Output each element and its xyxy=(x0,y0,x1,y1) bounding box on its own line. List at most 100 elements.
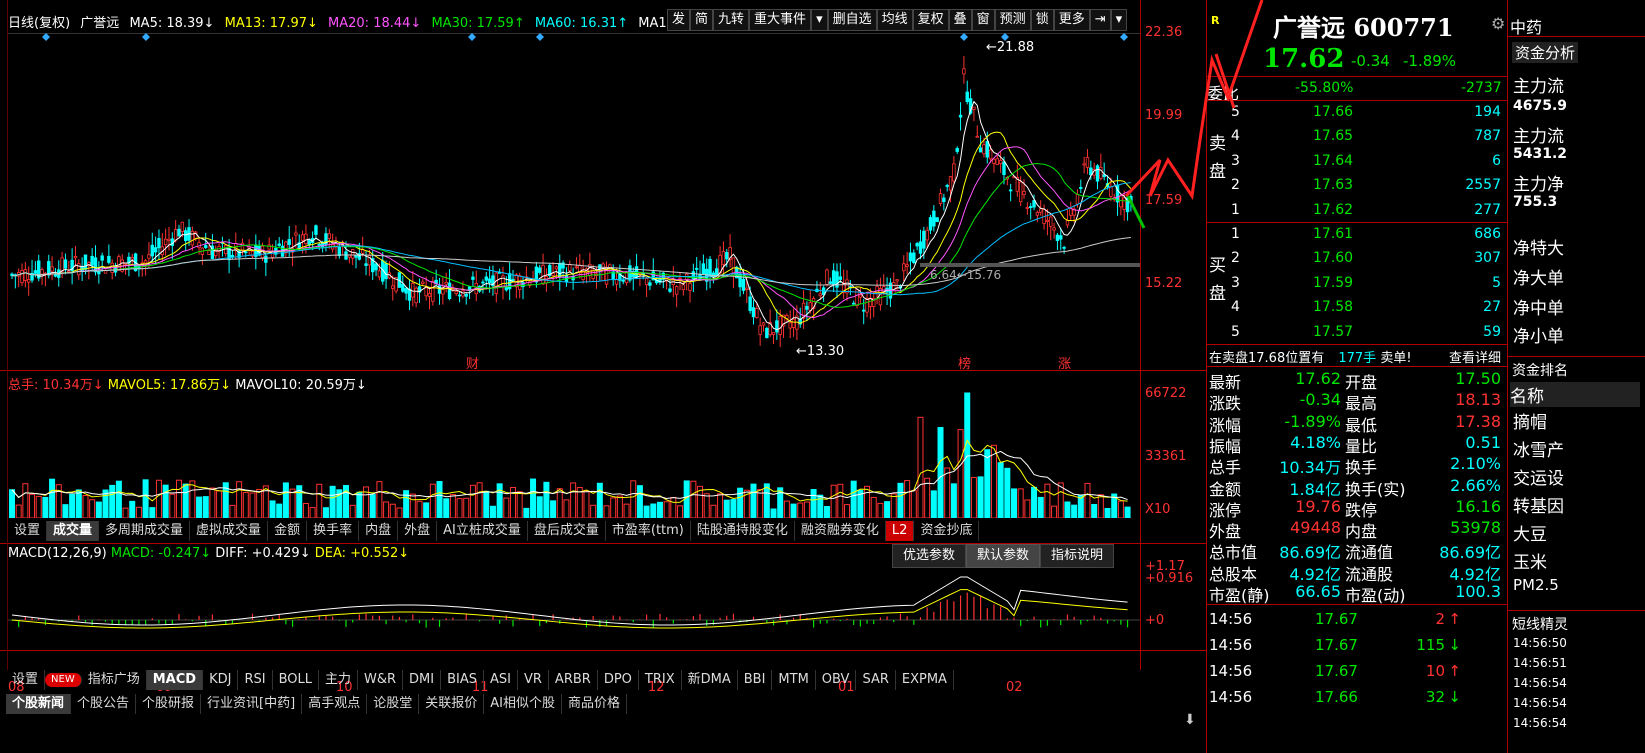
rank-item[interactable]: 大豆 xyxy=(1513,520,1547,545)
gear-icon[interactable]: ⚙ xyxy=(1491,14,1505,33)
indicator-tab-6[interactable]: BOLL xyxy=(273,670,319,690)
sell-level: 2 xyxy=(1231,177,1240,194)
weibi-value: -55.80% xyxy=(1295,80,1354,96)
vol-tab-14[interactable]: 资金抄底 xyxy=(914,521,980,541)
diff-value: DIFF: +0.429↓ xyxy=(215,546,311,561)
news-tab-1[interactable]: 个股公告 xyxy=(71,694,137,714)
vol-tab-9[interactable]: 盘后成交量 xyxy=(528,521,606,541)
vol-tab-7[interactable]: 外盘 xyxy=(398,521,438,541)
indicator-tab-18[interactable]: MTM xyxy=(772,670,816,690)
download-icon[interactable]: ⬇ xyxy=(1184,712,1196,728)
indicator-tab-3[interactable]: MACD xyxy=(146,670,204,690)
price-change: -0.34 xyxy=(1351,52,1390,70)
event-financial[interactable]: 财 xyxy=(466,353,479,372)
indicator-tab-8[interactable]: W&R xyxy=(358,670,404,690)
indicator-tab-12[interactable]: VR xyxy=(518,670,549,690)
macd-chart[interactable] xyxy=(0,560,1140,650)
vol-tab-6[interactable]: 内盘 xyxy=(359,521,399,541)
buy-row[interactable]: 3 17.59 5 xyxy=(1207,275,1505,299)
vol-tab-8[interactable]: AI立桩成交量 xyxy=(437,521,528,541)
tick-price: 17.66 xyxy=(1315,688,1358,706)
vol-tab-0[interactable]: 设置 xyxy=(8,521,48,541)
short-time: 14:56:54 xyxy=(1513,696,1567,710)
news-tab-6[interactable]: 关联报价 xyxy=(419,694,485,714)
sell-price: 17.66 xyxy=(1313,104,1354,120)
price-axis-1: 22.36 xyxy=(1145,25,1183,40)
macd-value: MACD: -0.247↓ xyxy=(110,546,212,561)
rank-item[interactable]: PM2.5 xyxy=(1513,576,1559,594)
news-tab-8[interactable]: 商品价格 xyxy=(562,694,627,714)
indicator-tab-10[interactable]: BIAS xyxy=(441,670,484,690)
indicator-tab-9[interactable]: DMI xyxy=(403,670,442,690)
vol-tab-10[interactable]: 市盈率(ttm) xyxy=(606,521,691,541)
news-tab-4[interactable]: 高手观点 xyxy=(302,694,368,714)
indicator-tab-7[interactable]: 主力 xyxy=(319,670,358,690)
vol-tab-4[interactable]: 金额 xyxy=(268,521,308,541)
indicator-tab-15[interactable]: TRIX xyxy=(639,670,682,690)
news-tab-7[interactable]: AI相似个股 xyxy=(484,694,562,714)
sell-row[interactable]: 4 17.65 787 xyxy=(1207,128,1505,152)
macd-legend: MACD(12,26,9) MACD: -0.247↓ DIFF: +0.429… xyxy=(8,546,409,561)
candlestick-chart[interactable] xyxy=(0,0,1140,370)
chart-area[interactable]: 日线(复权) 广誉远 MA5: 18.39↓ MA13: 17.97↓ MA20… xyxy=(0,0,1206,753)
sell-row[interactable]: 3 17.64 6 xyxy=(1207,153,1505,177)
event-rank[interactable]: 榜 xyxy=(958,353,971,372)
indicator-tab-17[interactable]: BBI xyxy=(738,670,773,690)
buy-row[interactable]: 4 17.58 27 xyxy=(1207,299,1505,323)
indicator-tab-1[interactable]: NEW xyxy=(45,673,82,687)
indicator-tab-14[interactable]: DPO xyxy=(598,670,639,690)
rank-item[interactable]: 交运设 xyxy=(1513,464,1564,489)
sell-row[interactable]: 2 17.63 2557 xyxy=(1207,177,1505,201)
notice-volume: 177手 xyxy=(1338,351,1377,366)
quote-value: 66.65 xyxy=(1295,582,1341,601)
vol-tab-1[interactable]: 成交量 xyxy=(47,521,100,541)
vol-tab-2[interactable]: 多周期成交量 xyxy=(99,521,191,541)
view-detail-link[interactable]: 查看详细 xyxy=(1449,347,1501,366)
indicator-tab-4[interactable]: KDJ xyxy=(203,670,239,690)
event-limit-up[interactable]: 涨 xyxy=(1058,353,1071,372)
news-tab-2[interactable]: 个股研报 xyxy=(136,694,202,714)
sell-volume: 787 xyxy=(1474,128,1501,145)
buy-level: 2 xyxy=(1231,250,1240,267)
indicator-tab-2[interactable]: 指标广场 xyxy=(82,670,147,690)
indicator-tab-0[interactable]: 设置 xyxy=(6,670,46,690)
indicator-tab-5[interactable]: RSI xyxy=(238,670,273,690)
buy-volume: 686 xyxy=(1474,226,1501,242)
indicator-tab-13[interactable]: ARBR xyxy=(549,670,598,690)
rank-item[interactable]: 玉米 xyxy=(1513,548,1547,573)
rank-item[interactable]: 摘帽 xyxy=(1513,408,1547,433)
sell-row[interactable]: 5 17.66 194 xyxy=(1207,104,1505,128)
news-tab-0[interactable]: 个股新闻 xyxy=(6,694,72,714)
rank-item[interactable]: 冰雪产 xyxy=(1513,436,1564,461)
tick-volume: 10 xyxy=(1425,662,1445,680)
fund-item: 净特大 xyxy=(1513,239,1564,259)
indicator-tab-21[interactable]: EXPMA xyxy=(896,670,954,690)
news-tab-5[interactable]: 论股堂 xyxy=(367,694,420,714)
tick-price: 17.67 xyxy=(1315,662,1358,680)
vol-tab-5[interactable]: 换手率 xyxy=(307,521,360,541)
fund-item: 755.3 xyxy=(1513,194,1558,210)
news-tab-3[interactable]: 行业资讯[中药] xyxy=(201,694,303,714)
notice-type: 卖单! xyxy=(1380,351,1412,366)
buy-row[interactable]: 1 17.61 686 xyxy=(1207,226,1505,250)
weicha-value: -2737 xyxy=(1461,80,1502,96)
vol-tab-12[interactable]: 融资融券变化 xyxy=(795,521,886,541)
fund-item: 净大单 xyxy=(1513,269,1564,289)
quote-value: 19.76 xyxy=(1295,496,1341,516)
vol-tab-11[interactable]: 陆股通持股变化 xyxy=(691,521,795,541)
indicator-tab-16[interactable]: 新DMA xyxy=(682,670,738,690)
short-time: 14:56:54 xyxy=(1513,716,1567,730)
vol-tab-13[interactable]: L2 xyxy=(885,521,915,541)
indicator-tab-19[interactable]: OBV xyxy=(816,670,857,690)
buy-row[interactable]: 2 17.60 307 xyxy=(1207,250,1505,274)
indicator-tab-20[interactable]: SAR xyxy=(856,670,896,690)
vol-tab-3[interactable]: 虚拟成交量 xyxy=(190,521,269,541)
rank-item[interactable]: 转基因 xyxy=(1513,492,1564,517)
indicator-tab-11[interactable]: ASI xyxy=(484,670,518,690)
buy-level: 4 xyxy=(1231,299,1240,316)
macd-title: MACD(12,26,9) xyxy=(8,546,107,561)
volume-chart[interactable] xyxy=(0,388,1140,518)
r-icon[interactable]: R xyxy=(1211,14,1219,27)
quote-value: -1.89% xyxy=(1284,411,1341,431)
fund-analysis-tab[interactable]: 资金分析 xyxy=(1512,42,1579,63)
